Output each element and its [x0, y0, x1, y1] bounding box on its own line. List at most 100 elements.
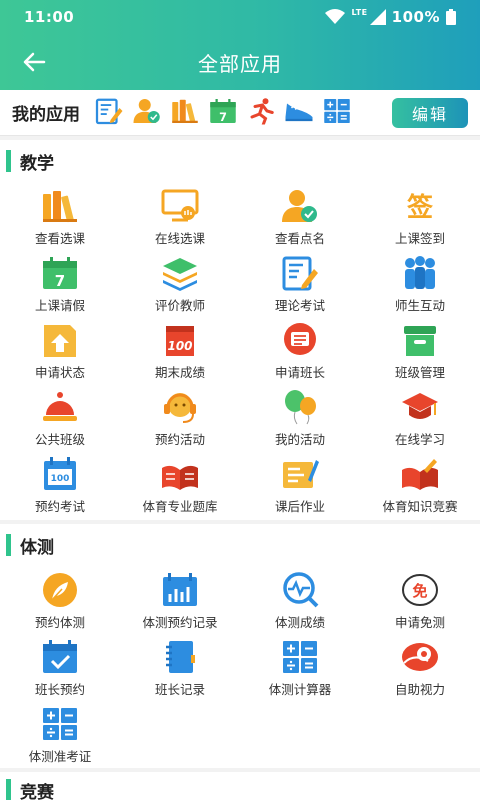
- calendar-leave-icon: [208, 97, 238, 125]
- app-item[interactable]: 上课签到: [360, 182, 480, 249]
- app-item-label: 在线选课: [154, 231, 205, 246]
- app-item[interactable]: 预约活动: [120, 383, 240, 450]
- app-item[interactable]: 班长预约: [0, 633, 120, 700]
- section-title: 体测: [20, 537, 54, 558]
- runner-icon: [246, 97, 276, 125]
- network-label: LTE: [351, 7, 368, 17]
- app-item[interactable]: 体测计算器: [240, 633, 360, 700]
- app-item-label: 预约活动: [154, 432, 205, 447]
- my-apps-icons: [94, 97, 392, 129]
- app-item[interactable]: 体育知识竞赛: [360, 450, 480, 517]
- app-grid: 查看选课 在线选课 查看点名 上课签到上课请假 评价教师 理论考试 师生互动申请状态 期末成绩…: [0, 182, 480, 517]
- eye-icon: [400, 639, 440, 675]
- section-accent-bar: [6, 779, 11, 800]
- books-icon: [170, 97, 200, 125]
- app-item-label: 查看点名: [274, 231, 325, 246]
- status-upload-icon: [40, 322, 80, 358]
- app-header: 11:00 LTE 100% 全部应用: [0, 0, 480, 90]
- app-item-label: 体测准考证: [28, 749, 92, 764]
- app-item[interactable]: 申请免测: [360, 566, 480, 633]
- app-item[interactable]: 班长记录: [120, 633, 240, 700]
- arrow-left-icon: [23, 52, 46, 72]
- app-item-label: 预约体测: [34, 615, 85, 630]
- exam-icon: [94, 97, 124, 125]
- calendar-check-icon: [40, 639, 80, 675]
- app-item[interactable]: 申请状态: [0, 316, 120, 383]
- app-item-label: 体育知识竞赛: [382, 499, 458, 514]
- app-item[interactable]: 查看选课: [0, 182, 120, 249]
- app-item[interactable]: 体测成绩: [240, 566, 360, 633]
- app-item[interactable]: 班级管理: [360, 316, 480, 383]
- app-item-label: 体测预约记录: [142, 615, 218, 630]
- section-title: 竞赛: [20, 782, 54, 800]
- open-book-pen-icon: [400, 456, 440, 492]
- app-item-label: 理论考试: [274, 298, 325, 313]
- app-item[interactable]: 期末成绩: [120, 316, 240, 383]
- app-item[interactable]: 在线选课: [120, 182, 240, 249]
- app-item-label: 自助视力: [394, 682, 445, 697]
- bar-calendar-icon: [160, 572, 200, 608]
- status-time: 11:00: [24, 8, 75, 26]
- calendar-leave-icon: [40, 255, 80, 291]
- section-header: 竞赛: [0, 772, 480, 800]
- back-button[interactable]: [14, 42, 54, 82]
- my-apps-label: 我的应用: [12, 105, 80, 125]
- section-competition: 竞赛: [0, 772, 480, 800]
- my-app-shortcut[interactable]: [132, 97, 162, 129]
- my-app-shortcut[interactable]: [170, 97, 200, 129]
- app-item-label: 体测计算器: [268, 682, 332, 697]
- app-item[interactable]: 体育专业题库: [120, 450, 240, 517]
- section-fitness-test: 体测 预约体测 体测预约记录 体测成绩 申请免测班长预约 班长记录 体测计算器 自助视力体测…: [0, 524, 480, 768]
- roll-call-icon: [132, 97, 162, 125]
- app-item[interactable]: 公共班级: [0, 383, 120, 450]
- app-item-label: 预约考试: [34, 499, 85, 514]
- app-item[interactable]: 上课请假: [0, 249, 120, 316]
- app-item-label: 师生互动: [394, 298, 445, 313]
- my-app-shortcut[interactable]: [246, 97, 276, 129]
- app-item-label: 在线学习: [394, 432, 445, 447]
- app-item[interactable]: 体测预约记录: [120, 566, 240, 633]
- app-item[interactable]: 预约体测: [0, 566, 120, 633]
- feather-icon: [40, 572, 80, 608]
- sneaker-icon: [284, 97, 314, 125]
- box-icon: [400, 322, 440, 358]
- my-app-shortcut[interactable]: [284, 97, 314, 129]
- my-app-shortcut[interactable]: [94, 97, 124, 129]
- section-header: 体测: [0, 524, 480, 566]
- app-item[interactable]: 理论考试: [240, 249, 360, 316]
- app-item-label: 查看选课: [34, 231, 85, 246]
- app-item-label: 班级管理: [394, 365, 445, 380]
- edit-button[interactable]: 编辑: [392, 97, 468, 128]
- section-header: 教学: [0, 140, 480, 182]
- app-item-label: 体育专业题库: [142, 499, 218, 514]
- my-app-shortcut[interactable]: [322, 97, 352, 129]
- my-app-shortcut[interactable]: [208, 97, 238, 129]
- pulse-search-icon: [280, 572, 320, 608]
- app-item[interactable]: 课后作业: [240, 450, 360, 517]
- message-icon: [280, 322, 320, 358]
- app-item-label: 期末成绩: [154, 365, 205, 380]
- app-item[interactable]: 我的活动: [240, 383, 360, 450]
- battery-text: 100%: [391, 8, 440, 26]
- app-item[interactable]: 体测准考证: [0, 700, 120, 767]
- exempt-icon: [400, 572, 440, 608]
- calculator-icon: [40, 706, 80, 742]
- exam-calendar-icon: [40, 456, 80, 492]
- app-item[interactable]: 申请班长: [240, 316, 360, 383]
- my-apps-bar: 我的应用 编辑: [0, 90, 480, 136]
- wifi-icon: [325, 9, 346, 24]
- app-item[interactable]: 评价教师: [120, 249, 240, 316]
- books-icon: [40, 188, 80, 224]
- calculator-icon: [280, 639, 320, 675]
- app-item-label: 上课请假: [34, 298, 85, 313]
- group-icon: [400, 255, 440, 291]
- headset-icon: [160, 389, 200, 425]
- app-item[interactable]: 预约考试: [0, 450, 120, 517]
- app-item[interactable]: 在线学习: [360, 383, 480, 450]
- title-bar: 全部应用: [0, 34, 480, 90]
- graduation-cap-icon: [400, 389, 440, 425]
- app-item[interactable]: 师生互动: [360, 249, 480, 316]
- app-item[interactable]: 查看点名: [240, 182, 360, 249]
- app-item[interactable]: 自助视力: [360, 633, 480, 700]
- roll-call-icon: [280, 188, 320, 224]
